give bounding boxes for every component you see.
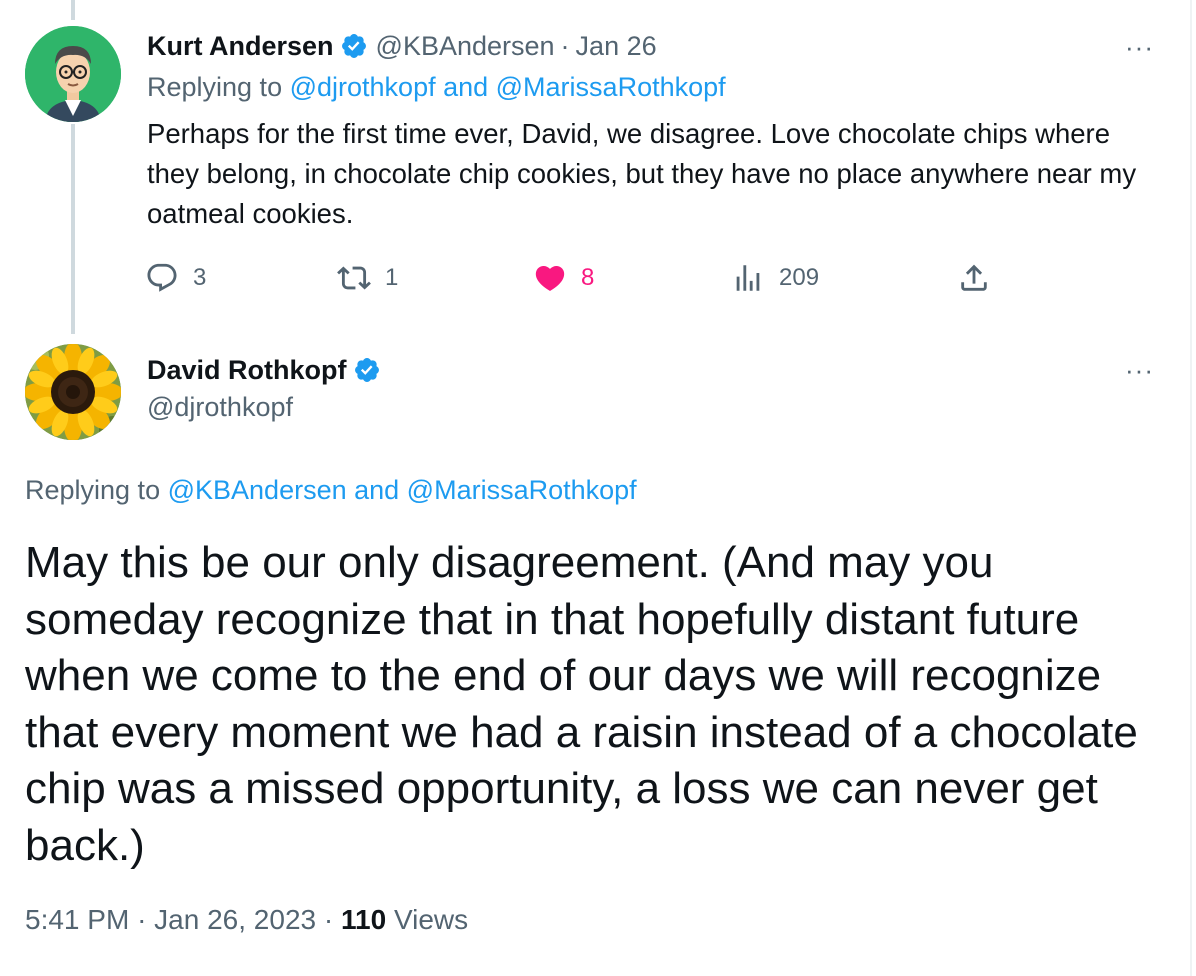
tweet-text: May this be our only disagreement. (And …: [25, 538, 1138, 870]
like-count: 8: [581, 264, 595, 291]
separator-dot: ·: [137, 904, 147, 935]
views-button[interactable]: 209: [731, 258, 819, 298]
divider: [1190, 0, 1192, 976]
author-name[interactable]: Kurt Andersen: [147, 31, 334, 62]
more-options-icon[interactable]: ···: [1125, 355, 1154, 386]
heart-icon: [535, 265, 565, 291]
author-handle[interactable]: @djrothkopf: [147, 392, 293, 423]
reply-button[interactable]: 3: [145, 258, 206, 298]
avatar[interactable]: [25, 344, 121, 440]
retweet-count: 1: [385, 264, 399, 291]
tweet-actions: 3 1 8 209: [145, 258, 1005, 298]
thread-line-top: [71, 0, 75, 20]
thread-line-connector: [71, 124, 75, 334]
avatar[interactable]: [25, 26, 121, 122]
replying-prefix: Replying to: [147, 72, 283, 102]
more-options-icon[interactable]: ···: [1125, 32, 1154, 63]
avatar-cartoon-icon: [25, 26, 121, 122]
share-button[interactable]: [957, 258, 991, 298]
tweet-date[interactable]: Jan 26, 2023: [154, 904, 316, 935]
share-icon: [961, 264, 987, 291]
author-handle[interactable]: @KBAndersen: [376, 31, 555, 62]
replying-prefix: Replying to: [25, 475, 161, 505]
reply-count: 3: [193, 264, 207, 291]
replying-to-link[interactable]: @djrothkopf and @MarissaRothkopf: [290, 72, 726, 102]
author-name[interactable]: David Rothkopf: [147, 355, 347, 386]
separator-dot: ·: [560, 30, 570, 61]
verified-badge-icon: [340, 32, 368, 60]
tweet-date[interactable]: Jan 26: [576, 31, 657, 62]
separator-dot: ·: [323, 904, 334, 935]
retweet-icon: [337, 266, 371, 290]
views-count[interactable]: 110: [341, 904, 386, 935]
tweet-header: David Rothkopf: [147, 352, 381, 388]
views-label: Views: [393, 904, 469, 935]
tweet-meta: 5:41 PM · Jan 26, 2023 · 110 Views: [25, 904, 468, 936]
retweet-button[interactable]: 1: [337, 258, 398, 298]
replying-to: Replying to @KBAndersen and @MarissaRoth…: [25, 475, 637, 506]
reply-icon: [147, 263, 177, 292]
tweet-time[interactable]: 5:41 PM: [25, 904, 129, 935]
replying-to-link[interactable]: @KBAndersen and @MarissaRothkopf: [168, 475, 637, 505]
tweet-text: Perhaps for the first time ever, David, …: [147, 118, 1137, 229]
like-button[interactable]: 8: [533, 258, 594, 298]
views-icon: [736, 265, 760, 291]
tweet-header: Kurt Andersen @KBAndersen · Jan 26: [147, 28, 657, 64]
views-count: 209: [779, 264, 820, 291]
verified-badge-icon: [353, 356, 381, 384]
replying-to: Replying to @djrothkopf and @MarissaRoth…: [147, 72, 726, 103]
sunflower-icon: [25, 344, 121, 440]
